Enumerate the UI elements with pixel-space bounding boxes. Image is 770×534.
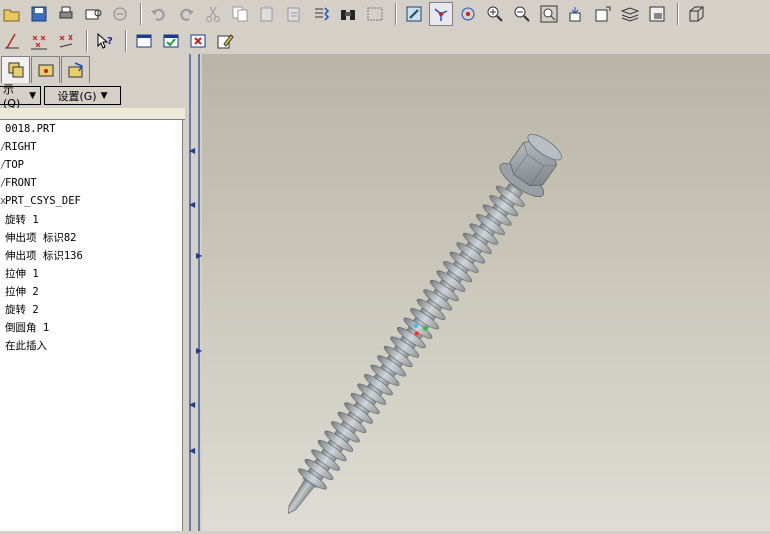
tree-item[interactable]: / RIGHT [0,138,37,156]
tree-item[interactable]: 旋转 2 [0,300,39,318]
undo-icon[interactable] [147,2,171,26]
tree-item-prefix: / [0,159,7,171]
tree-item-label: TOP [5,159,24,171]
view-manager-icon[interactable] [645,2,669,26]
screw-threads [298,185,525,490]
zoom-out-icon[interactable] [510,2,534,26]
tree-item-label: 旋转 2 [5,303,39,316]
tree-item-label: 倒圆角 1 [5,321,50,334]
model-tree-tab[interactable] [1,56,30,83]
folder-browser-tab[interactable] [31,56,60,83]
collapse-left-icon[interactable]: ◀ [189,401,195,409]
tree-item-label: 伸出项 标识136 [5,249,83,262]
redo-icon[interactable] [174,2,198,26]
spin-center-icon[interactable] [429,2,453,26]
tree-item[interactable]: / FRONT [0,174,37,192]
collapse-left-icon[interactable]: ◀ [189,447,195,455]
paste-special-icon[interactable] [282,2,306,26]
print-icon[interactable] [54,2,78,26]
cancel-icon[interactable] [186,29,210,53]
regenerate-icon[interactable] [309,2,333,26]
settings-menu-label: 设置(G) [57,89,97,103]
layers-icon[interactable] [618,2,642,26]
shading-icon[interactable] [684,2,708,26]
model-tree-header [0,108,185,120]
tree-item-label: 旋转 1 [5,213,39,226]
tree-item-label: 在此插入 [5,339,47,352]
save-icon[interactable] [27,2,51,26]
folder-icon [38,64,53,77]
tree-item-label: FRONT [5,177,37,189]
datum-toolbar: ? [0,27,770,55]
select-box-icon[interactable] [363,2,387,26]
open-icon[interactable] [0,2,24,26]
close-window-icon[interactable] [159,29,183,53]
whats-this-icon[interactable]: ? [93,29,117,53]
reorient-icon[interactable] [564,2,588,26]
tree-item[interactable]: 在此插入 [0,336,47,354]
navigator-tabs [0,56,90,84]
main-toolbar [0,0,770,28]
paste-icon[interactable] [255,2,279,26]
tree-item[interactable]: x PRT_CSYS_DEF [0,192,81,210]
orient-icon[interactable] [456,2,480,26]
tree-item-label: PRT_CSYS_DEF [5,195,81,207]
toolbar-separator [677,3,679,25]
collapse-left-icon[interactable]: ◀ [189,201,195,209]
tree-item-label: RIGHT [5,141,37,153]
tree-item[interactable]: 旋转 1 [0,210,39,228]
tree-item-label: 拉伸 1 [5,267,39,280]
splitter-line [189,54,191,531]
favorites-tab[interactable] [61,56,90,83]
datum-point-icon[interactable] [27,29,51,53]
tree-item[interactable]: 伸出项 标识82 [0,228,76,246]
email-icon[interactable] [108,2,132,26]
tree-item-label: 伸出项 标识82 [5,231,77,244]
cut-icon[interactable] [201,2,225,26]
saved-views-icon[interactable] [591,2,615,26]
toolbar-separator [86,30,88,52]
dropdown-arrow-icon: ▼ [100,90,108,101]
tree-item[interactable]: 拉伸 2 [0,282,39,300]
datum-axis-icon[interactable] [0,29,24,53]
tree-item[interactable]: 拉伸 1 [0,264,39,282]
favorites-icon [68,62,83,78]
screw-model[interactable] [202,54,770,531]
tree-item[interactable]: 0018.PRT [0,120,56,138]
tree-item[interactable]: 伸出项 标识136 [0,246,83,264]
show-menu-label: 示(Q) [3,83,21,110]
tree-item-label: 拉伸 2 [5,285,39,298]
dropdown-arrow-icon: ▼ [29,90,36,101]
tree-item-prefix: / [0,141,7,153]
tree-item-prefix: x [0,195,7,207]
tree-item-label: 0018.PRT [5,123,56,135]
graphics-viewport[interactable] [202,54,770,531]
settings-menu-button[interactable]: 设置(G) ▼ [44,86,121,105]
pane-splitter[interactable]: ◀ ◀ ▶ ▶ ◀ ◀ [185,54,202,531]
repaint-icon[interactable] [402,2,426,26]
show-menu-button[interactable]: 示(Q) ▼ [0,83,41,110]
svg-text:?: ? [107,36,113,47]
refit-icon[interactable] [537,2,561,26]
tree-item-prefix: / [0,177,7,189]
send-icon[interactable] [81,2,105,26]
datum-csys-icon[interactable] [54,29,78,53]
model-tree-icon [8,62,23,78]
splitter-line [198,54,200,531]
navigator-pane: 示(Q) ▼ 设置(G) ▼ 0018.PRT / RIGHT / TOP / FRO… [0,54,185,531]
tree-item[interactable]: 倒圆角 1 [0,318,49,336]
tree-item[interactable]: / TOP [0,156,24,174]
toolbar-separator [125,30,127,52]
collapse-left-icon[interactable]: ◀ [189,147,195,155]
find-icon[interactable] [336,2,360,26]
new-window-icon[interactable] [132,29,156,53]
copy-icon[interactable] [228,2,252,26]
model-tree: 0018.PRT / RIGHT / TOP / FRONT x PRT_CSYS_DE… [0,120,183,531]
toolbar-separator [140,3,142,25]
navigator-menu-bar: 示(Q) ▼ 设置(G) ▼ [0,83,185,110]
toolbar-separator [395,3,397,25]
edit-icon[interactable] [213,29,237,53]
zoom-in-icon[interactable] [483,2,507,26]
